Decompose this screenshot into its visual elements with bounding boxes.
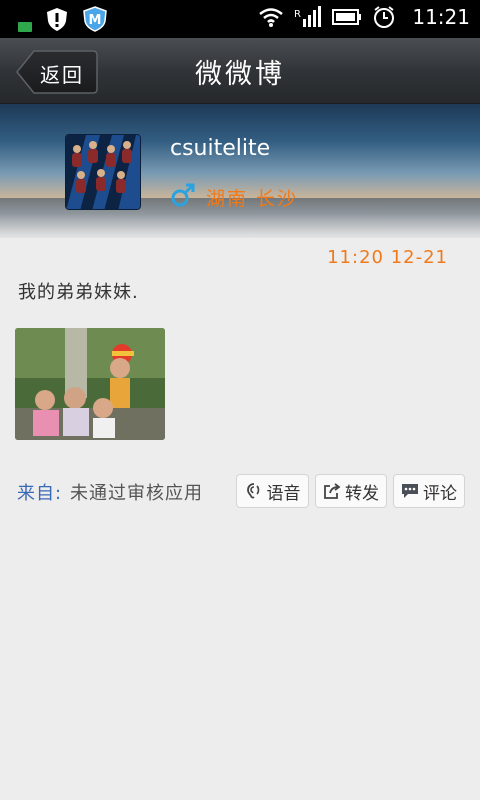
avatar-image [66, 135, 140, 209]
share-icon [324, 483, 341, 499]
shield-alert-icon [47, 8, 67, 31]
forward-button[interactable]: 转发 [315, 474, 387, 508]
voice-icon [246, 483, 259, 499]
wifi-icon [259, 8, 284, 27]
voice-button[interactable]: 语音 [236, 474, 309, 508]
alarm-icon [374, 6, 395, 28]
battery-icon [332, 9, 362, 25]
svg-text:M: M [89, 13, 102, 28]
signal-icon: R [294, 6, 322, 27]
notification-dot-icon [18, 22, 32, 32]
post-timestamp: 11:20 12-21 [327, 247, 448, 268]
status-bar: M R 11:21 [0, 0, 480, 38]
location: 湖南 长沙 [206, 188, 299, 210]
photo-thumbnail [15, 328, 165, 440]
comment-button-label: 评论 [423, 483, 457, 504]
m-app-icon: M [83, 6, 107, 32]
source-value: 未通过审核应用 [70, 483, 203, 504]
title-bar: 返回 微微博 [0, 38, 480, 104]
profile-header: csuitelite 湖南 长沙 [0, 104, 480, 238]
page-title: 微微博 [195, 59, 285, 90]
post-image[interactable] [15, 328, 165, 440]
comment-button[interactable]: 评论 [393, 474, 465, 508]
male-icon [171, 183, 195, 207]
source-label: 来自: [17, 483, 63, 504]
svg-text:R: R [294, 9, 301, 20]
forward-button-label: 转发 [345, 483, 379, 504]
username: csuitelite [170, 136, 271, 161]
avatar[interactable] [65, 134, 141, 210]
voice-button-label: 语音 [266, 483, 301, 504]
post-text: 我的弟弟妹妹. [18, 282, 139, 303]
comment-icon [402, 484, 418, 498]
status-time: 11:21 [412, 5, 470, 29]
